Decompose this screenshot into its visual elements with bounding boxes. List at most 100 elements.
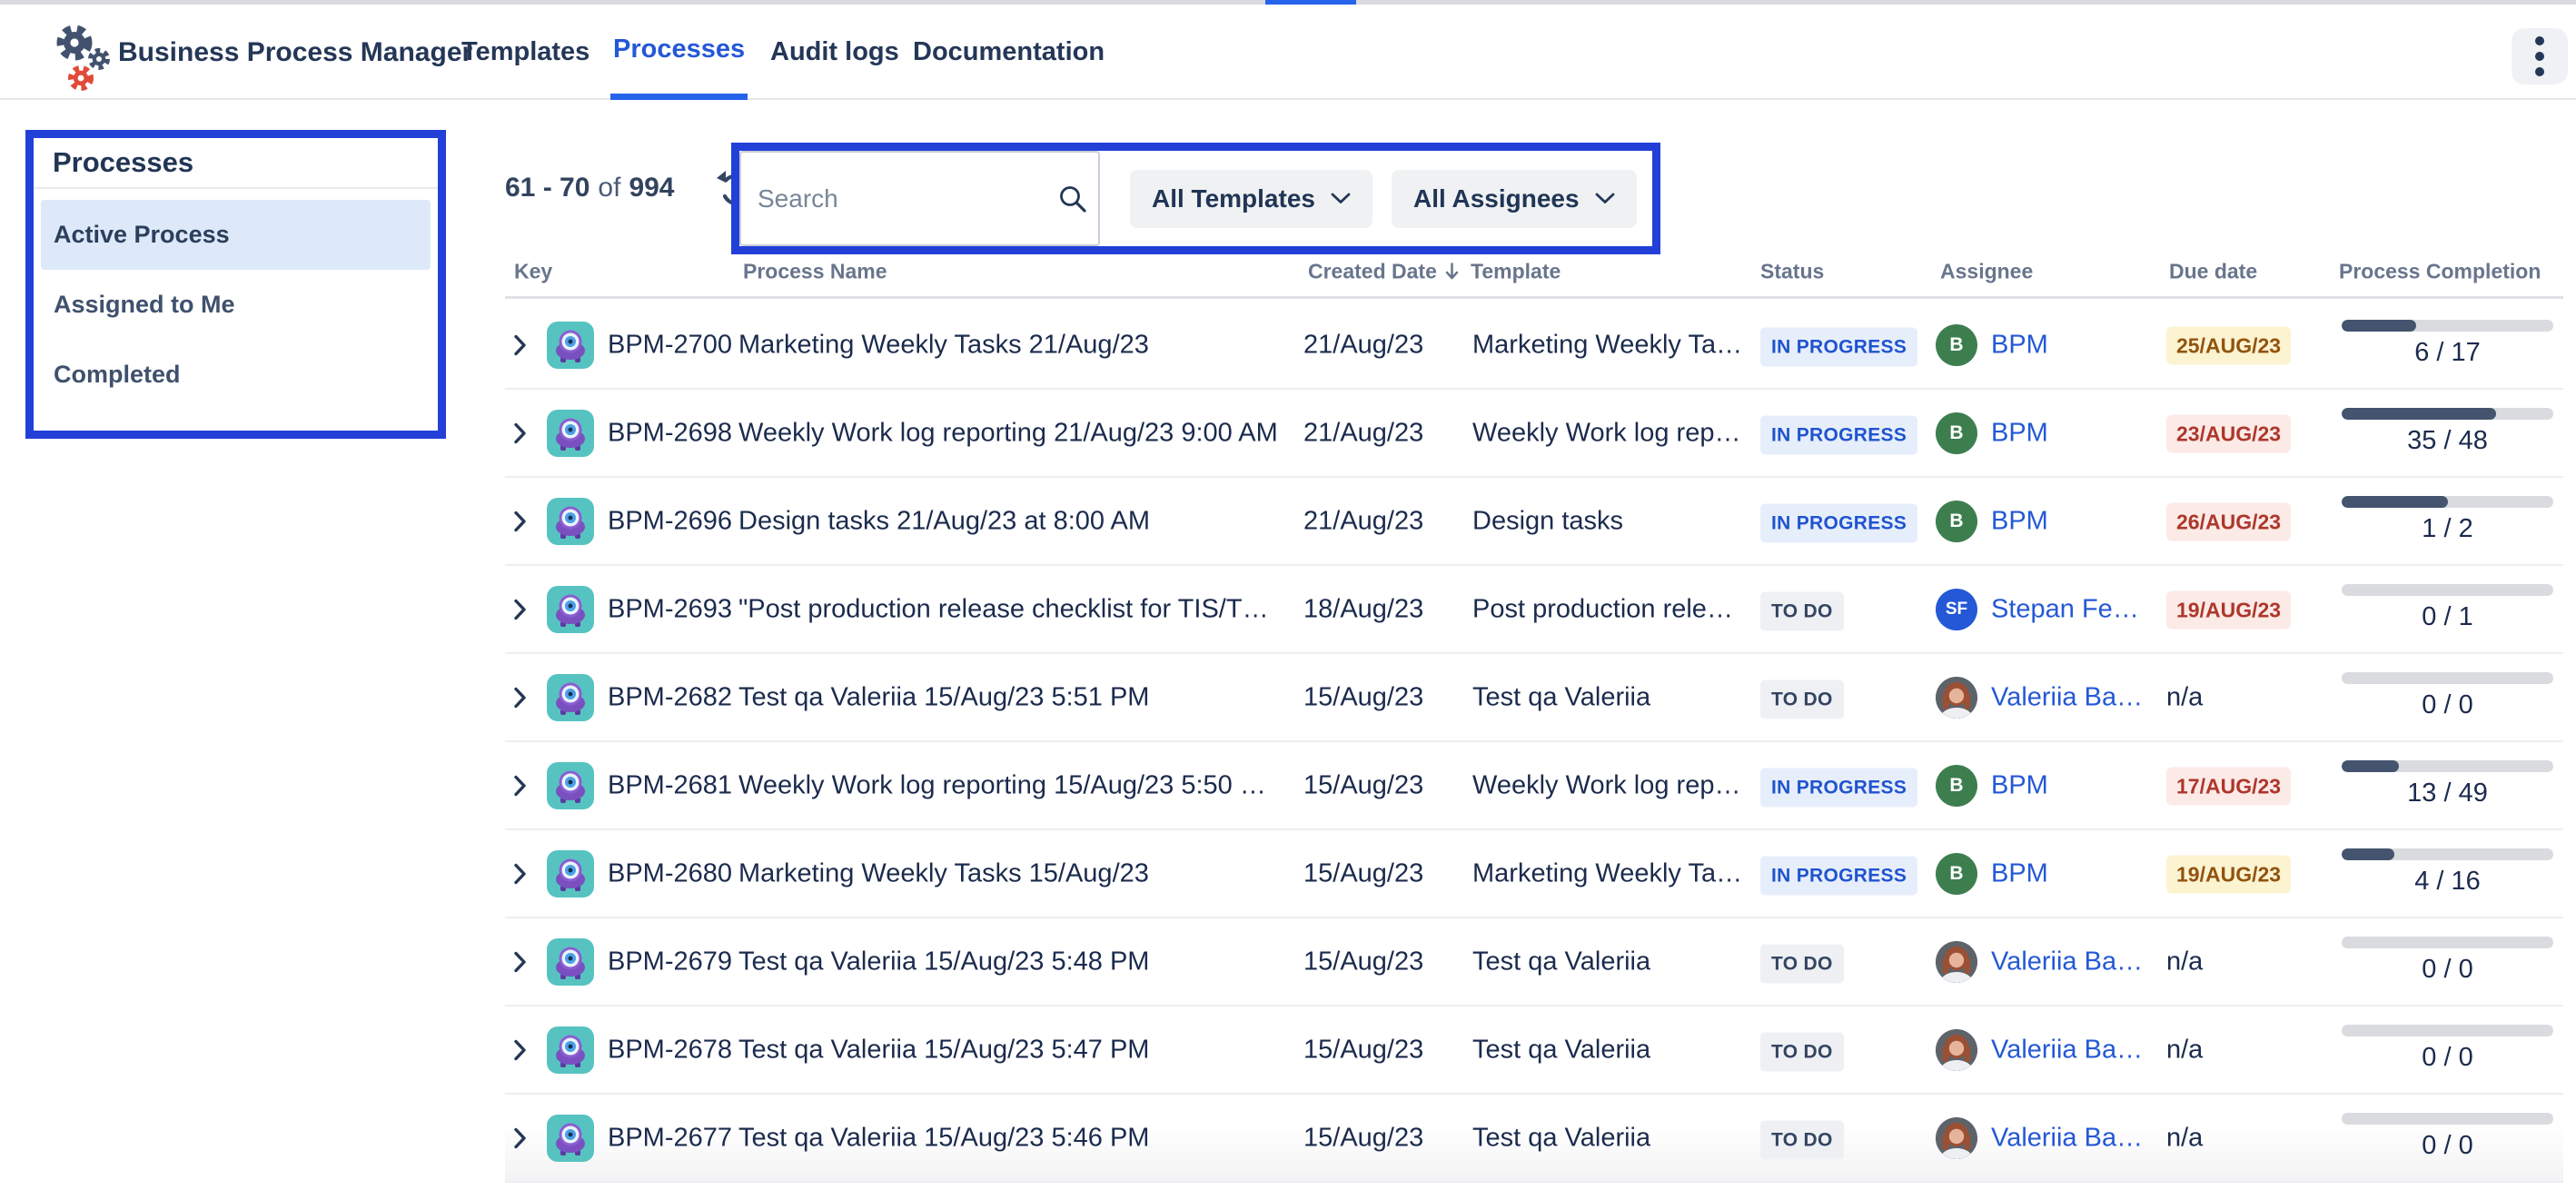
assignee-avatar: SF <box>1936 589 1977 630</box>
filter-label: All Templates <box>1152 184 1315 213</box>
chevron-right-icon[interactable] <box>512 1126 528 1150</box>
chevron-right-icon[interactable] <box>512 773 528 798</box>
tab-templates[interactable]: Templates <box>459 5 592 100</box>
tab-documentation[interactable]: Documentation <box>910 5 1107 100</box>
sidebar-title: Processes <box>34 138 438 189</box>
search-input[interactable] <box>739 151 1100 246</box>
due-date-badge: 19/AUG/23 <box>2166 855 2291 893</box>
progress-label: 0 / 0 <box>2342 955 2553 985</box>
table-row[interactable]: BPM-2698 Weekly Work log reporting 21/Au… <box>505 390 2563 478</box>
process-key: BPM-2679 <box>608 947 732 977</box>
kebab-dot <box>2535 36 2544 45</box>
count-total: 994 <box>629 173 674 203</box>
chevron-down-icon <box>1595 193 1615 204</box>
scrollbar-thumb[interactable] <box>1265 0 1356 5</box>
assignee-link[interactable]: BPM <box>1991 418 2048 448</box>
process-name-link[interactable]: Weekly Work log reporting 21/Aug/23 9:00… <box>738 418 1278 448</box>
due-date-badge: n/a <box>2166 1123 2203 1152</box>
assignee-link[interactable]: Stepan Fed… <box>1991 594 2147 624</box>
tab-processes[interactable]: Processes <box>610 5 748 100</box>
template-name: Weekly Work log repo… <box>1472 770 1745 800</box>
progress-track <box>2342 496 2553 508</box>
tab-audit-logs[interactable]: Audit logs <box>768 5 902 100</box>
process-key: BPM-2680 <box>608 858 732 888</box>
table-row[interactable]: BPM-2680 Marketing Weekly Tasks 15/Aug/2… <box>505 830 2563 918</box>
sidebar-item-assigned-to-me[interactable]: Assigned to Me <box>34 270 438 340</box>
table-row[interactable]: BPM-2681 Weekly Work log reporting 15/Au… <box>505 742 2563 830</box>
chevron-right-icon[interactable] <box>512 861 528 886</box>
progress-track <box>2342 672 2553 684</box>
chevron-right-icon[interactable] <box>512 332 528 357</box>
horizontal-scrollbar[interactable] <box>0 0 2576 5</box>
process-name-link[interactable]: Marketing Weekly Tasks 21/Aug/23 <box>738 330 1149 360</box>
due-date-badge: 17/AUG/23 <box>2166 767 2291 805</box>
process-key: BPM-2700 <box>608 330 732 360</box>
status-badge: TO DO <box>1760 1032 1844 1071</box>
created-date: 15/Aug/23 <box>1303 947 1423 977</box>
search-and-filters: All Templates All Assignees <box>731 143 1660 254</box>
table-row[interactable]: BPM-2700 Marketing Weekly Tasks 21/Aug/2… <box>505 302 2563 390</box>
assignee-link[interactable]: BPM <box>1991 770 2048 800</box>
kebab-dot <box>2535 52 2544 61</box>
column-header-created-date[interactable]: Created Date <box>1308 260 1460 284</box>
chevron-right-icon[interactable] <box>512 949 528 974</box>
assignee-link[interactable]: Valeriia Bak… <box>1991 682 2147 712</box>
created-date: 21/Aug/23 <box>1303 418 1423 448</box>
process-completion: 35 / 48 <box>2342 408 2553 456</box>
process-key: BPM-2681 <box>608 770 732 800</box>
process-name-link[interactable]: Weekly Work log reporting 15/Aug/23 5:50… <box>738 770 1279 800</box>
chevron-right-icon[interactable] <box>512 509 528 533</box>
chevron-right-icon[interactable] <box>512 685 528 709</box>
assignee-link[interactable]: BPM <box>1991 506 2048 536</box>
process-name-link[interactable]: Test qa Valeriia 15/Aug/23 5:46 PM <box>738 1123 1149 1153</box>
table-row[interactable]: BPM-2682 Test qa Valeriia 15/Aug/23 5:51… <box>505 654 2563 742</box>
sidebar-item-completed[interactable]: Completed <box>34 340 438 410</box>
sidebar-item-active-process[interactable]: Active Process <box>41 200 431 270</box>
chevron-right-icon[interactable] <box>512 597 528 621</box>
filter-all-assignees[interactable]: All Assignees <box>1392 170 1637 228</box>
kebab-menu-button[interactable] <box>2512 28 2568 84</box>
column-header-label: Created Date <box>1308 260 1437 284</box>
progress-track <box>2342 760 2553 772</box>
assignee-link[interactable]: Valeriia Bak… <box>1991 1035 2147 1065</box>
template-name: Test qa Valeriia <box>1472 1123 1650 1153</box>
assignee-avatar <box>1936 1117 1977 1159</box>
progress-label: 0 / 0 <box>2342 1131 2553 1161</box>
assignee-link[interactable]: BPM <box>1991 330 2048 360</box>
process-name-link[interactable]: Test qa Valeriia 15/Aug/23 5:47 PM <box>738 1035 1149 1065</box>
due-date-badge: 23/AUG/23 <box>2166 414 2291 452</box>
process-robot-icon <box>547 674 594 721</box>
process-name-link[interactable]: "Post production release checklist for T… <box>738 594 1279 624</box>
process-name-link[interactable]: Test qa Valeriia 15/Aug/23 5:51 PM <box>738 682 1149 712</box>
assignee-link[interactable]: BPM <box>1991 858 2048 888</box>
process-name-link[interactable]: Marketing Weekly Tasks 15/Aug/23 <box>738 858 1149 888</box>
table-header: Key Process Name Created Date Template S… <box>505 247 2563 299</box>
progress-label: 0 / 0 <box>2342 1043 2553 1073</box>
assignee-link[interactable]: Valeriia Bak… <box>1991 947 2147 977</box>
search-field-wrap <box>739 151 1100 246</box>
chevron-right-icon[interactable] <box>512 1037 528 1062</box>
template-name: Weekly Work log repo… <box>1472 418 1745 448</box>
progress-fill <box>2342 848 2394 860</box>
progress-label: 6 / 17 <box>2342 338 2553 368</box>
table-row[interactable]: BPM-2678 Test qa Valeriia 15/Aug/23 5:47… <box>505 1007 2563 1095</box>
column-header-template: Template <box>1471 260 1560 284</box>
chevron-right-icon[interactable] <box>512 421 528 445</box>
search-icon[interactable] <box>1056 183 1089 215</box>
assignee-link[interactable]: Valeriia Bak… <box>1991 1123 2147 1153</box>
table-row[interactable]: BPM-2679 Test qa Valeriia 15/Aug/23 5:48… <box>505 918 2563 1007</box>
status-badge: TO DO <box>1760 591 1844 630</box>
table-row[interactable]: BPM-2696 Design tasks 21/Aug/23 at 8:00 … <box>505 478 2563 566</box>
table-row[interactable]: BPM-2693 "Post production release checkl… <box>505 566 2563 654</box>
status-badge: IN PROGRESS <box>1760 415 1917 454</box>
process-key: BPM-2698 <box>608 418 732 448</box>
progress-track <box>2342 1025 2553 1036</box>
filter-all-templates[interactable]: All Templates <box>1130 170 1372 228</box>
table-row[interactable]: BPM-2677 Test qa Valeriia 15/Aug/23 5:46… <box>505 1095 2563 1183</box>
due-date-badge: 25/AUG/23 <box>2166 326 2291 364</box>
process-name-link[interactable]: Design tasks 21/Aug/23 at 8:00 AM <box>738 506 1150 536</box>
created-date: 15/Aug/23 <box>1303 858 1423 888</box>
process-key: BPM-2682 <box>608 682 732 712</box>
process-name-link[interactable]: Test qa Valeriia 15/Aug/23 5:48 PM <box>738 947 1149 977</box>
process-robot-icon <box>547 762 594 809</box>
